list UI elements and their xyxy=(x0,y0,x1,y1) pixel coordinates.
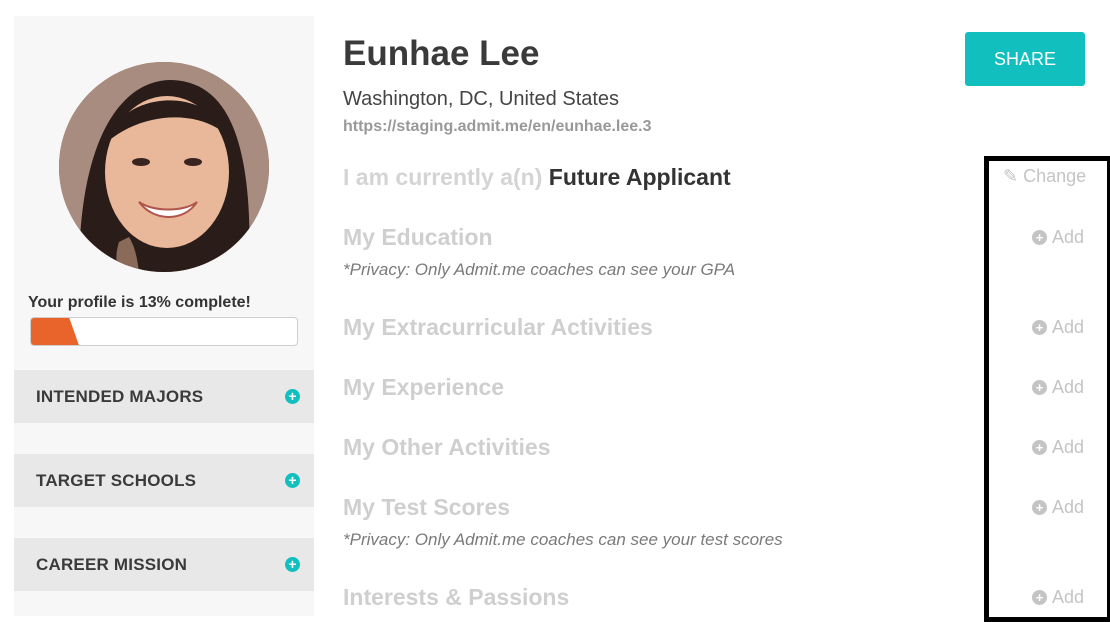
section-title-interests: Interests & Passions xyxy=(343,584,570,610)
status-value: Future Applicant xyxy=(548,164,731,190)
status-prefix: I am currently a(n) xyxy=(343,164,543,190)
plus-circle-icon[interactable]: + xyxy=(285,473,300,488)
section-title-education: My Education xyxy=(343,224,493,250)
progress-label: Your profile is 13% complete! xyxy=(28,294,251,311)
highlight-box xyxy=(984,156,1110,622)
profile-sidebar: Your profile is 13% complete! INTENDED M… xyxy=(14,16,314,616)
privacy-note-test-scores: *Privacy: Only Admit.me coaches can see … xyxy=(343,530,783,549)
section-title-other-activities: My Other Activities xyxy=(343,434,551,460)
privacy-note-gpa: *Privacy: Only Admit.me coaches can see … xyxy=(343,260,736,279)
profile-name: Eunhae Lee xyxy=(343,34,540,73)
panel-label: CAREER MISSION xyxy=(36,555,188,574)
panel-target-schools[interactable]: TARGET SCHOOLS + xyxy=(14,454,314,507)
profile-location: Washington, DC, United States xyxy=(343,88,620,110)
avatar[interactable] xyxy=(59,62,269,272)
section-title-experience: My Experience xyxy=(343,374,505,400)
profile-url[interactable]: https://staging.admit.me/en/eunhae.lee.3 xyxy=(343,118,652,136)
applicant-status: I am currently a(n) Future Applicant xyxy=(343,164,731,191)
plus-circle-icon[interactable]: + xyxy=(285,389,300,404)
share-button[interactable]: SHARE xyxy=(965,32,1085,86)
panel-label: TARGET SCHOOLS xyxy=(36,471,197,490)
panel-intended-majors[interactable]: INTENDED MAJORS + xyxy=(14,370,314,423)
panel-career-mission[interactable]: CAREER MISSION + xyxy=(14,538,314,591)
avatar-illustration xyxy=(59,62,269,272)
plus-circle-icon[interactable]: + xyxy=(285,557,300,572)
profile-progress-bar xyxy=(30,317,298,346)
section-title-test-scores: My Test Scores xyxy=(343,494,511,520)
profile-progress-fill xyxy=(31,318,79,345)
section-title-extracurricular: My Extracurricular Activities xyxy=(343,314,653,340)
panel-label: INTENDED MAJORS xyxy=(36,387,204,406)
